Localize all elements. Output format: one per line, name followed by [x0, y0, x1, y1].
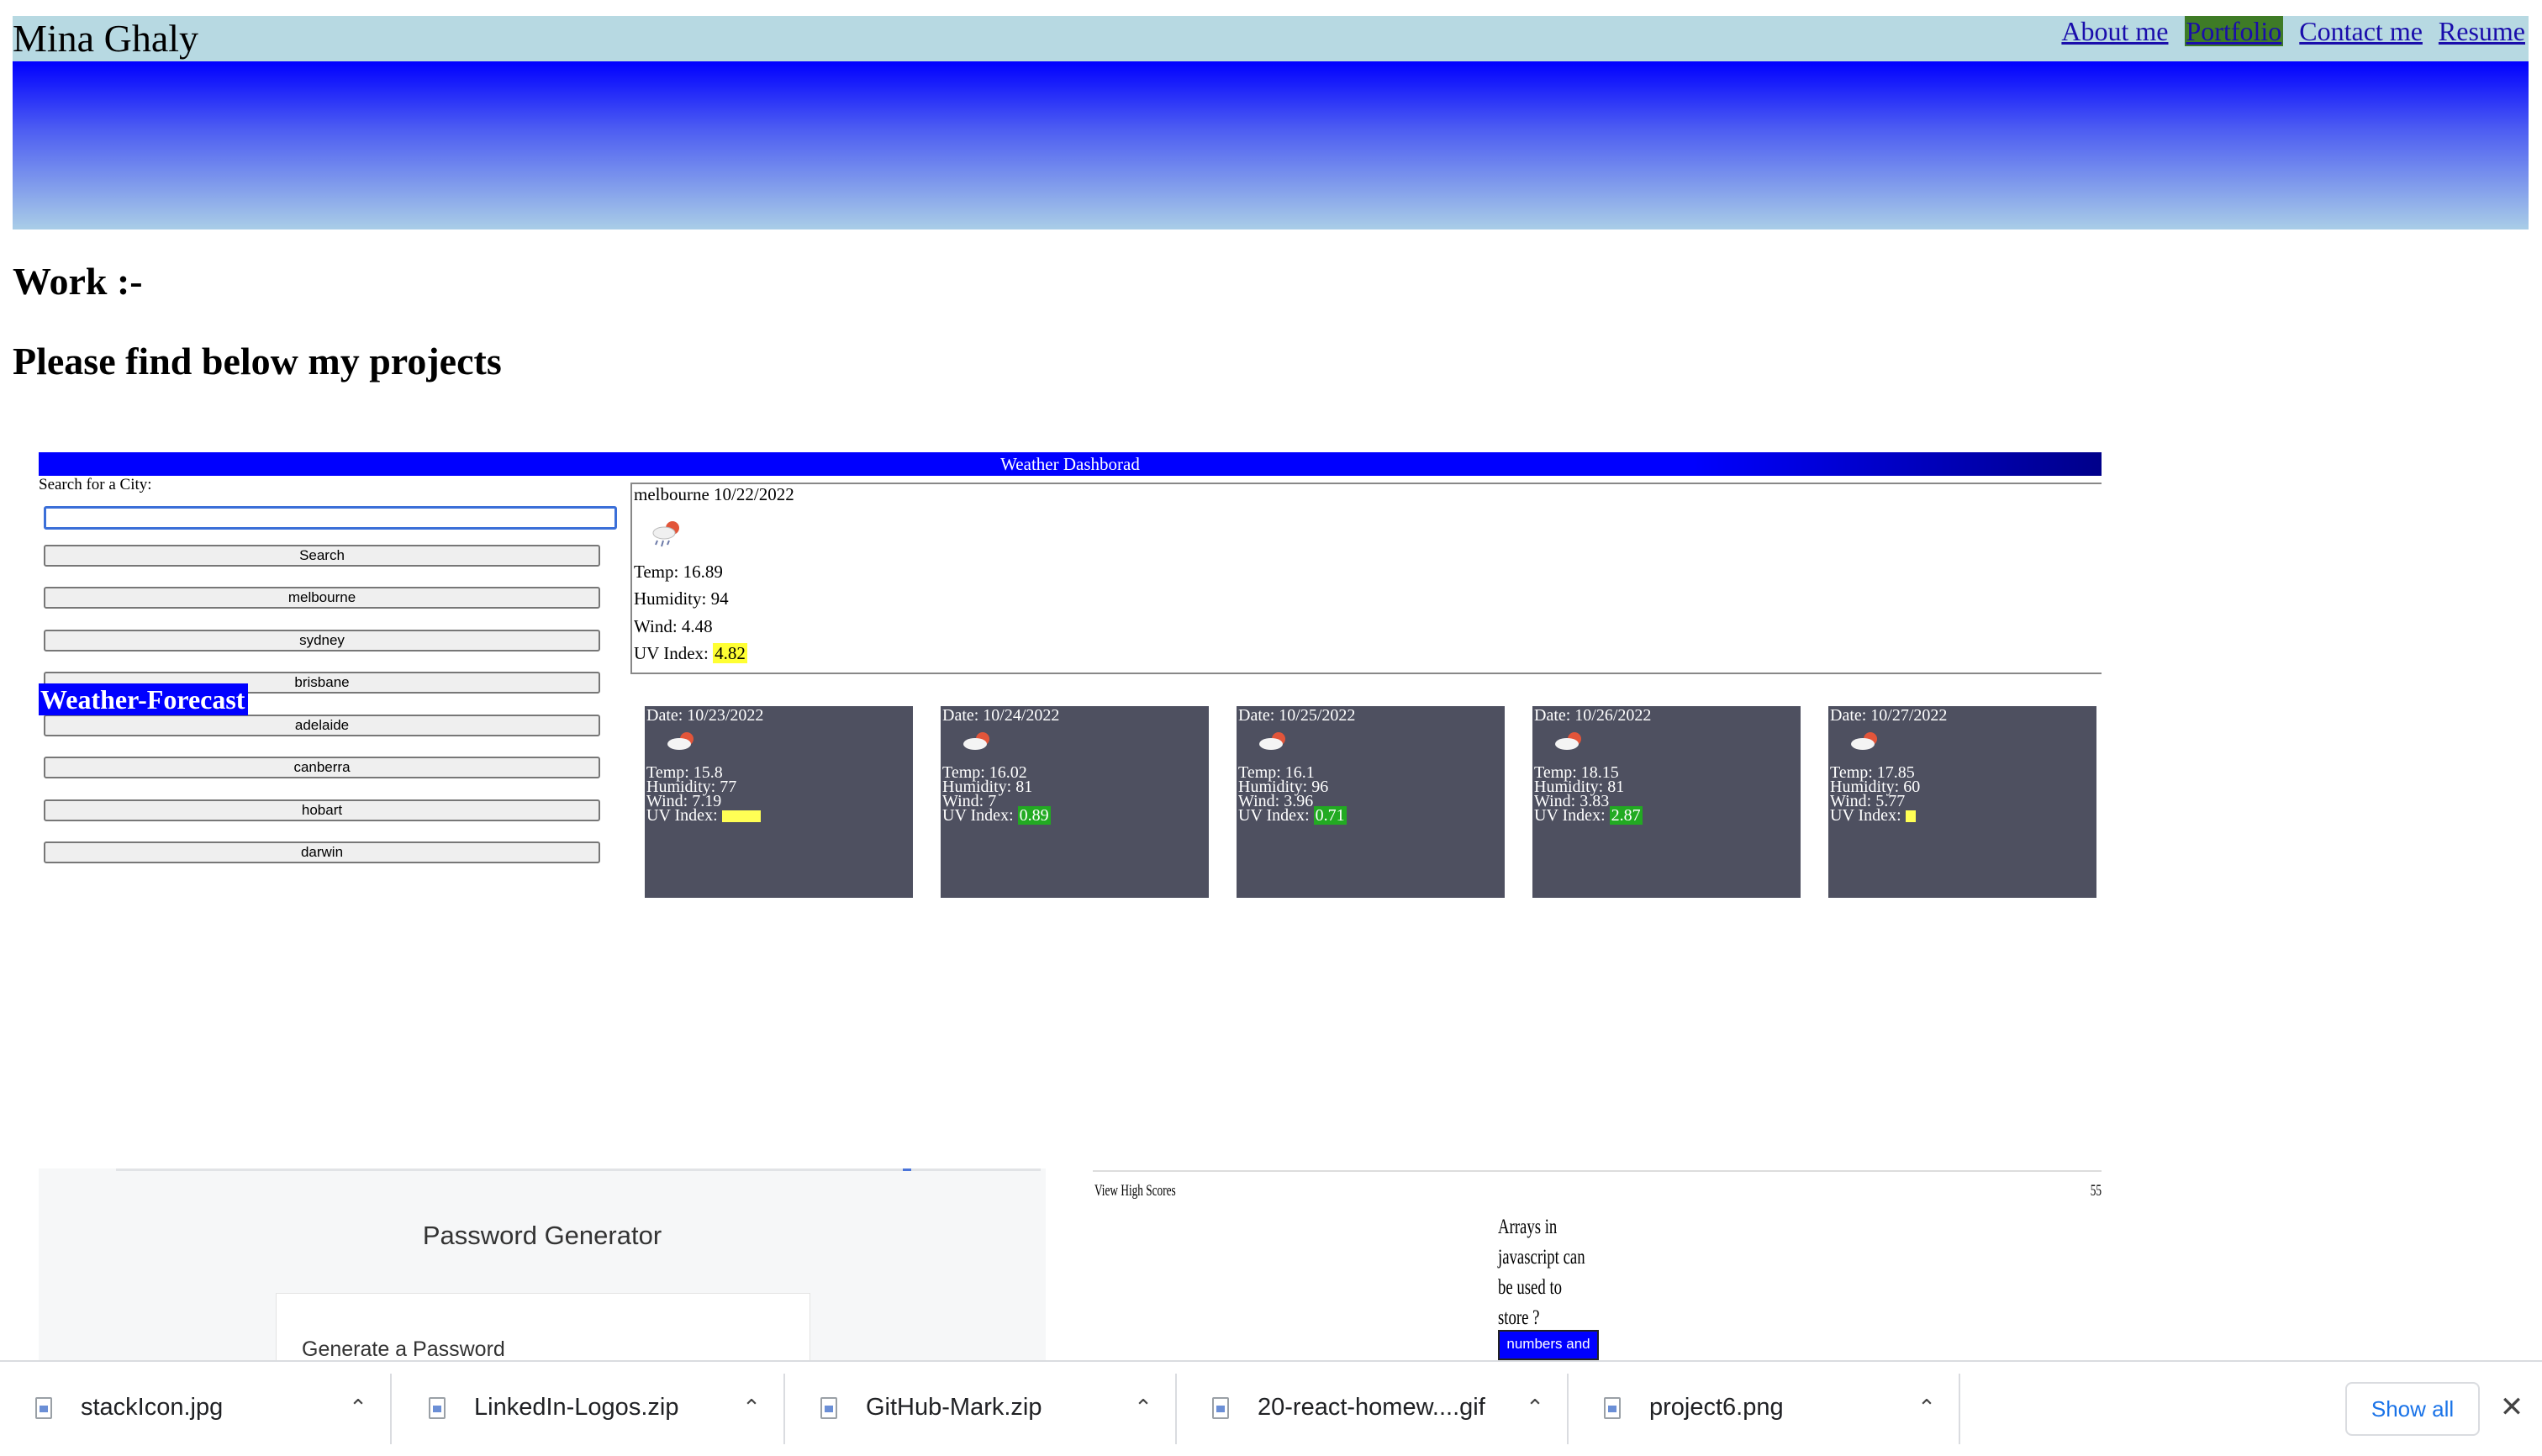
- forecast-uv-value: 0.89: [1017, 806, 1051, 825]
- download-filename: 20-react-homew....gif: [1258, 1394, 1485, 1421]
- current-uv: UV Index: 4.82: [634, 643, 747, 664]
- city-button-canberra[interactable]: canberra: [44, 757, 600, 778]
- chevron-up-icon[interactable]: ⌃: [738, 1390, 765, 1420]
- download-filename: LinkedIn-Logos.zip: [474, 1394, 679, 1421]
- cloud-sun-icon: [1851, 732, 1877, 750]
- password-generator-title: Password Generator: [422, 1221, 662, 1250]
- forecast-uv-value: [721, 810, 761, 823]
- quiz-answer-button[interactable]: numbers and strings: [1498, 1330, 1599, 1360]
- cloud-sun-icon: [1259, 732, 1285, 750]
- preview-top-border: [116, 1168, 1041, 1171]
- forecast-card: Date: 10/26/2022 Temp: 18.15 Humidity: 8…: [1532, 706, 1801, 898]
- forecast-uv-value: 2.87: [1609, 806, 1643, 825]
- download-item[interactable]: GitHub-Mark.zip ⌃: [785, 1362, 1177, 1456]
- rain-cloud-sun-icon: [652, 521, 679, 547]
- forecast-card: Date: 10/24/2022 Temp: 16.02 Humidity: 8…: [941, 706, 1209, 898]
- password-generator-preview[interactable]: Password Generator Generate a Password: [39, 1168, 1046, 1362]
- download-item[interactable]: LinkedIn-Logos.zip ⌃: [393, 1362, 785, 1456]
- forecast-uv: UV Index: 0.89: [942, 806, 1051, 825]
- current-humidity: Humidity: 94: [634, 588, 729, 609]
- divider: [390, 1374, 392, 1444]
- nav-resume[interactable]: Resume: [2439, 16, 2525, 45]
- forecast-uv-label: UV Index:: [1534, 806, 1606, 825]
- current-wind: Wind: 4.48: [634, 616, 713, 636]
- divider: [1959, 1374, 1960, 1444]
- forecast-uv-label: UV Index:: [1238, 806, 1310, 825]
- close-icon[interactable]: ✕: [2497, 1387, 2527, 1427]
- cloud-sun-icon: [667, 732, 694, 750]
- work-heading: Work :-: [13, 260, 143, 303]
- quiz-timer: 55: [2090, 1182, 2102, 1200]
- nav-about-me[interactable]: About me: [2061, 16, 2168, 45]
- city-button-darwin[interactable]: darwin: [44, 841, 600, 863]
- city-button-hobart[interactable]: hobart: [44, 799, 600, 821]
- forecast-uv-label: UV Index:: [942, 806, 1014, 825]
- file-icon: [820, 1397, 837, 1419]
- quiz-question: Arrays in javascript can be used to stor…: [1498, 1216, 1585, 1329]
- download-shelf: stackIcon.jpg ⌃ LinkedIn-Logos.zip ⌃ Git…: [0, 1360, 2542, 1456]
- download-filename: project6.png: [1649, 1394, 1784, 1421]
- preview-accent: [903, 1168, 911, 1171]
- hero-banner: [13, 61, 2529, 229]
- forecast-uv-value: [1905, 810, 1916, 823]
- forecast-date: Date: 10/27/2022: [1830, 706, 1948, 725]
- cloud-sun-icon: [1555, 732, 1581, 750]
- download-item[interactable]: stackIcon.jpg ⌃: [0, 1362, 392, 1456]
- chevron-up-icon[interactable]: ⌃: [1913, 1390, 1940, 1420]
- download-filename: GitHub-Mark.zip: [866, 1394, 1042, 1421]
- search-button[interactable]: Search: [44, 545, 600, 567]
- main-nav: About me Portfolio Contact me Resume: [2061, 16, 2525, 46]
- city-search-input[interactable]: [44, 506, 617, 530]
- file-icon: [1604, 1397, 1621, 1419]
- nav-contact-me[interactable]: Contact me: [2299, 16, 2423, 45]
- download-filename: stackIcon.jpg: [81, 1394, 224, 1421]
- download-item[interactable]: project6.png ⌃: [1569, 1362, 1960, 1456]
- forecast-card: Date: 10/23/2022 Temp: 15.8 Humidity: 77…: [645, 706, 913, 898]
- forecast-card: Date: 10/27/2022 Temp: 17.85 Humidity: 6…: [1828, 706, 2096, 898]
- weather-banner: Weather Dashborad: [39, 452, 2102, 476]
- chevron-up-icon[interactable]: ⌃: [345, 1390, 372, 1420]
- forecast-card: Date: 10/25/2022 Temp: 16.1 Humidity: 96…: [1237, 706, 1505, 898]
- site-header: Mina Ghaly About me Portfolio Contact me…: [13, 16, 2529, 61]
- forecast-uv-label: UV Index:: [646, 806, 718, 825]
- current-weather-panel: melbourne 10/22/2022 Temp: 16.89 Humidit…: [630, 483, 2102, 674]
- current-temp: Temp: 16.89: [634, 562, 723, 582]
- forecast-date: Date: 10/23/2022: [646, 706, 764, 725]
- current-city-date: melbourne 10/22/2022: [634, 484, 794, 504]
- forecast-uv: UV Index: 2.87: [1534, 806, 1643, 825]
- nav-portfolio[interactable]: Portfolio: [2184, 16, 2284, 46]
- search-label: Search for a City:: [39, 476, 152, 493]
- view-high-scores-link[interactable]: View High Scores: [1094, 1182, 1176, 1200]
- chevron-up-icon[interactable]: ⌃: [1130, 1390, 1157, 1420]
- forecast-date: Date: 10/24/2022: [942, 706, 1060, 725]
- forecast-uv: UV Index:: [1830, 806, 1916, 825]
- forecast-uv-value: 0.71: [1313, 806, 1347, 825]
- city-button-melbourne[interactable]: melbourne: [44, 587, 600, 609]
- forecast-date: Date: 10/25/2022: [1238, 706, 1356, 725]
- file-icon: [1212, 1397, 1229, 1419]
- download-item[interactable]: 20-react-homew....gif ⌃: [1177, 1362, 1569, 1456]
- forecast-label: Weather-Forecast: [39, 683, 249, 715]
- current-uv-value: 4.82: [713, 643, 747, 663]
- current-uv-label: UV Index:: [634, 643, 709, 663]
- forecast-uv: UV Index:: [646, 806, 761, 825]
- preview-top-border: [1093, 1170, 2102, 1172]
- city-button-sydney[interactable]: sydney: [44, 630, 600, 652]
- show-all-button[interactable]: Show all: [2345, 1382, 2480, 1436]
- forecast-date: Date: 10/26/2022: [1534, 706, 1652, 725]
- file-icon: [35, 1397, 52, 1419]
- file-icon: [429, 1397, 446, 1419]
- chevron-up-icon[interactable]: ⌃: [1522, 1390, 1548, 1420]
- forecast-uv: UV Index: 0.71: [1238, 806, 1347, 825]
- projects-heading: Please find below my projects: [13, 340, 502, 382]
- site-title: Mina Ghaly: [13, 17, 199, 60]
- weather-dashboard-preview[interactable]: Weather Dashborad Search for a City: Sea…: [39, 452, 2102, 906]
- forecast-uv-label: UV Index:: [1830, 806, 1901, 825]
- cloud-sun-icon: [963, 732, 989, 750]
- password-card: Generate a Password: [276, 1293, 810, 1362]
- code-quiz-preview[interactable]: View High Scores 55 Arrays in javascript…: [1093, 1170, 2102, 1364]
- password-card-title: Generate a Password: [302, 1337, 505, 1361]
- city-button-adelaide[interactable]: adelaide: [44, 715, 600, 736]
